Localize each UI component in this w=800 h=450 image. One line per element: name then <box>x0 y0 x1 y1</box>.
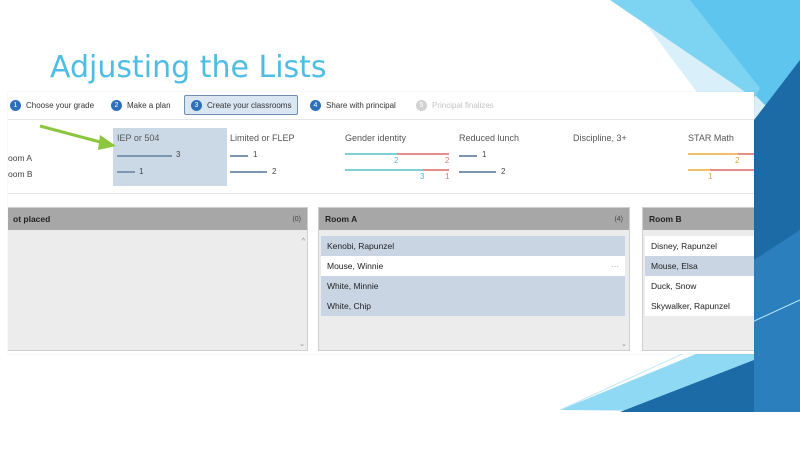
student-row[interactable]: Mouse, Elsa <box>645 256 754 276</box>
math-bar-red <box>710 169 754 171</box>
step-label: Make a plan <box>127 100 171 110</box>
more-options-icon[interactable]: ⋯ <box>611 262 619 271</box>
panel-header: Room B <box>643 208 754 230</box>
scroll-down-icon[interactable]: ⌄ <box>621 340 627 348</box>
panel-count: (4) <box>614 215 623 223</box>
step-share-principal[interactable]: 4 Share with principal <box>310 95 396 115</box>
student-row[interactable]: Kenobi, Rapunzel <box>321 236 625 256</box>
metric-bar <box>459 171 496 173</box>
metric-value: 3 <box>420 172 425 181</box>
panel-title: Room A <box>325 214 358 224</box>
math-bar-orange <box>688 153 738 155</box>
metric-value: 2 <box>272 167 277 176</box>
metric-value: 3 <box>176 150 181 159</box>
student-row[interactable]: Skywalker, Rapunzel <box>645 296 754 316</box>
metric-gender-identity[interactable]: Gender identity <box>345 133 406 143</box>
metric-bar <box>230 155 248 157</box>
panel-header: ot placed (0) <box>8 208 307 230</box>
metric-value: 1 <box>445 172 450 181</box>
scroll-up-icon[interactable]: ^ <box>302 238 305 245</box>
student-row[interactable]: Mouse, Winnie ⋯ <box>321 256 625 276</box>
student-row[interactable]: Disney, Rapunzel <box>645 236 754 256</box>
step-choose-grade[interactable]: 1 Choose your grade <box>10 95 94 115</box>
metric-star-math[interactable]: STAR Math <box>688 133 734 143</box>
step-label: Choose your grade <box>26 100 95 110</box>
panel-not-placed[interactable]: ot placed (0) ^ ⌄ <box>8 207 308 351</box>
panel-room-b[interactable]: Room B Disney, Rapunzel Mouse, Elsa Duck… <box>642 207 754 351</box>
step-label: Create your classrooms <box>207 100 292 110</box>
metric-limited-flep[interactable]: Limited or FLEP <box>230 133 295 143</box>
math-bar-red <box>738 153 754 155</box>
student-row[interactable]: Duck, Snow <box>645 276 754 296</box>
metric-value: 2 <box>445 156 450 165</box>
app-screenshot: 1 Choose your grade 2 Make a plan 3 Crea… <box>8 92 754 354</box>
panel-title: ot placed <box>13 214 51 224</box>
step-number: 5 <box>416 99 427 111</box>
metric-value: 1 <box>139 167 144 176</box>
room-a-label: oom A <box>8 153 33 163</box>
metric-iep-504[interactable]: IEP or 504 <box>117 133 159 143</box>
step-create-classrooms[interactable]: 3 Create your classrooms <box>184 95 299 115</box>
math-bar-orange <box>688 169 710 171</box>
step-principal-finalizes: 5 Principal finalizes <box>416 95 494 115</box>
panel-header: Room A (4) <box>319 208 629 230</box>
metric-bar <box>230 171 267 173</box>
metric-reduced-lunch[interactable]: Reduced lunch <box>459 133 519 143</box>
student-row[interactable]: White, Chip <box>321 296 625 316</box>
metric-value: 2 <box>735 156 740 165</box>
metric-value: 2 <box>501 167 506 176</box>
metric-value: 1 <box>708 172 713 181</box>
scroll-down-icon[interactable]: ⌄ <box>299 340 305 348</box>
step-label: Principal finalizes <box>432 100 494 110</box>
gender-bar-teal <box>345 153 397 155</box>
balance-metrics: oom A oom B IEP or 504 3 1 Limited or FL… <box>8 120 754 194</box>
step-number: 3 <box>191 99 202 111</box>
step-label: Share with principal <box>326 100 396 110</box>
metric-value: 1 <box>482 150 487 159</box>
panel-title: Room B <box>649 214 682 224</box>
metric-bar <box>117 155 172 157</box>
gender-bar-red <box>397 153 449 155</box>
room-b-label: oom B <box>8 169 33 179</box>
step-number: 2 <box>111 99 122 111</box>
student-name: Mouse, Winnie <box>327 261 384 271</box>
metric-discipline[interactable]: Discipline, 3+ <box>573 133 627 143</box>
metric-value: 2 <box>394 156 399 165</box>
gender-bar-red <box>423 169 449 171</box>
metric-bar <box>117 171 135 173</box>
step-number: 1 <box>10 99 21 111</box>
slide-title: Adjusting the Lists <box>50 50 327 85</box>
panel-room-a[interactable]: Room A (4) Kenobi, Rapunzel Mouse, Winni… <box>318 207 630 351</box>
metric-value: 1 <box>253 150 258 159</box>
metric-bar <box>459 155 477 157</box>
student-row[interactable]: White, Minnie <box>321 276 625 296</box>
gender-bar-teal <box>345 169 423 171</box>
panel-count: (0) <box>292 215 301 223</box>
step-make-plan[interactable]: 2 Make a plan <box>111 95 171 115</box>
step-number: 4 <box>310 99 321 111</box>
wizard-steps: 1 Choose your grade 2 Make a plan 3 Crea… <box>8 92 754 120</box>
